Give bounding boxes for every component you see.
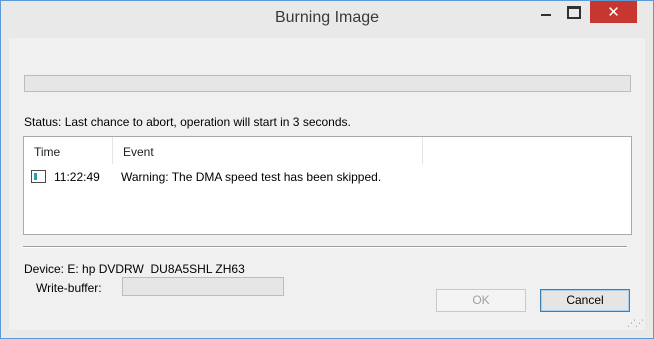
ok-button[interactable]: OK: [436, 289, 526, 312]
device-info: Device: E: hp DVDRW DU8A5SHL ZH63: [24, 262, 245, 276]
status-label: Status: Last chance to abort, operation …: [24, 115, 351, 129]
maximize-button[interactable]: [560, 1, 588, 23]
burn-progress-bar: [24, 75, 631, 92]
write-buffer-label: Write-buffer:: [36, 281, 102, 295]
title-bar[interactable]: Burning Image ✕: [1, 1, 653, 37]
write-buffer-bar: [122, 277, 284, 296]
separator: [23, 246, 627, 248]
event-message: Warning: The DMA speed test has been ski…: [121, 170, 382, 184]
cancel-button[interactable]: Cancel: [540, 289, 630, 312]
burning-image-dialog: Burning Image ✕ Status: Last chance to a…: [0, 0, 654, 339]
event-log-icon: [31, 170, 46, 183]
close-icon: ✕: [607, 3, 620, 21]
column-header-time[interactable]: Time: [24, 137, 113, 164]
resize-grip-icon[interactable]: ⋰⋰: [627, 318, 644, 329]
status-text: Status: Last chance to abort, operation …: [24, 115, 351, 129]
close-button[interactable]: ✕: [590, 1, 637, 23]
maximize-icon: [567, 5, 581, 19]
minimize-button[interactable]: [532, 1, 560, 23]
dialog-client-area: Status: Last chance to abort, operation …: [9, 38, 645, 330]
event-log-row[interactable]: 11:22:49 Warning: The DMA speed test has…: [24, 168, 631, 186]
minimize-icon: [541, 14, 551, 16]
column-header-event[interactable]: Event: [113, 137, 423, 164]
event-log-header: Time Event: [24, 137, 631, 164]
event-time: 11:22:49: [54, 170, 100, 184]
event-log-list[interactable]: Time Event 11:22:49 Warning: The DMA spe…: [23, 136, 632, 235]
